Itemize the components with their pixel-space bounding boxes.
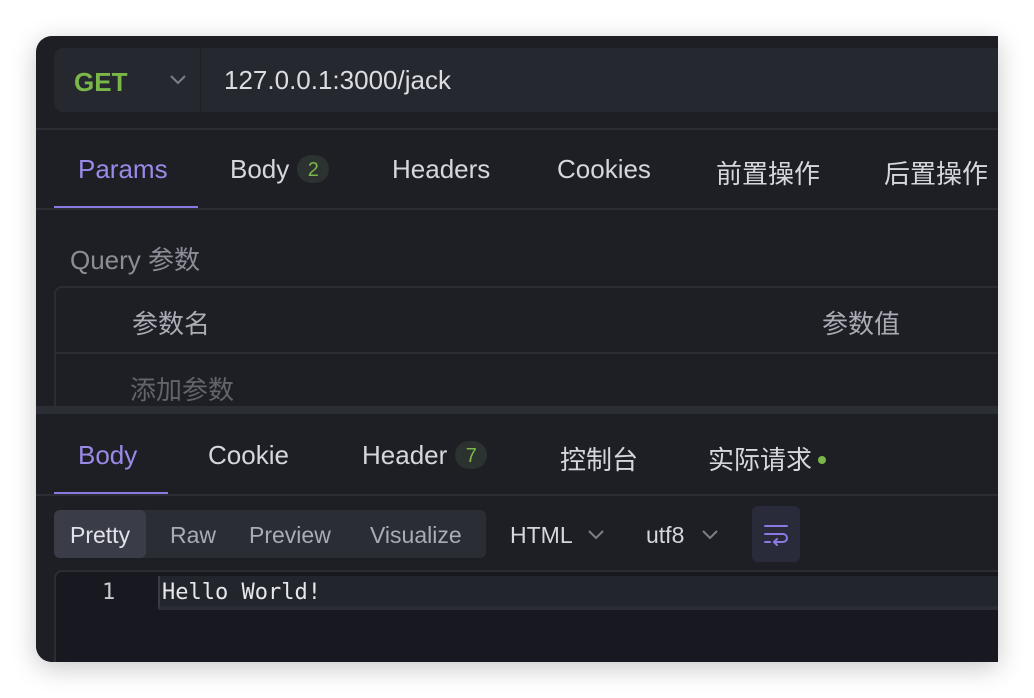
encoding-select[interactable]: utf8 (646, 510, 730, 558)
divider (36, 128, 998, 130)
tab-label: 控制台 (560, 445, 639, 475)
tab-cookies[interactable]: Cookies (557, 154, 651, 185)
request-url-bar: GET (54, 48, 998, 112)
line-number: 1 (102, 580, 116, 605)
view-mode-switch: Pretty Raw Preview Visualize (54, 510, 486, 558)
tab-post-request[interactable]: 后置操作 (884, 154, 988, 191)
view-mode-preview[interactable]: Preview (249, 510, 331, 558)
chevron-down-icon (702, 530, 718, 540)
tab-label: Headers (392, 154, 491, 184)
encoding-label: utf8 (646, 522, 685, 548)
tab-label: 前置操作 (716, 159, 821, 189)
tab-label: Body (230, 154, 290, 184)
divider (36, 208, 998, 210)
tab-label: Params (78, 154, 168, 184)
body-count-badge: 2 (297, 155, 330, 184)
divider (36, 494, 998, 496)
divider (200, 48, 201, 112)
api-client-window: GET Params Body2 Headers Cookies 前置操作 后置… (36, 36, 998, 662)
tab-response-body[interactable]: Body (78, 440, 137, 471)
method-select[interactable]: GET (74, 48, 127, 112)
params-table: 参数名 参数值 添加参数 (54, 286, 998, 420)
view-mode-raw[interactable]: Raw (170, 510, 216, 558)
column-header-name: 参数名 (132, 309, 211, 339)
params-table-header: 参数名 参数值 (56, 288, 998, 354)
tab-console[interactable]: 控制台 (560, 440, 638, 477)
tab-label: Header (362, 440, 448, 470)
panel-splitter[interactable] (36, 406, 998, 414)
column-header-value: 参数值 (822, 309, 901, 339)
chevron-down-icon[interactable] (168, 70, 188, 90)
tab-label: 后置操作 (884, 159, 989, 189)
format-select[interactable]: HTML (510, 510, 614, 558)
view-mode-visualize[interactable]: Visualize (370, 510, 462, 558)
tab-label: 实际请求 (708, 445, 813, 475)
green-dot-icon (818, 456, 827, 465)
tab-params[interactable]: Params (78, 154, 168, 185)
tab-label: Body (78, 440, 138, 470)
header-count-badge: 7 (455, 441, 488, 470)
view-mode-pretty[interactable]: Pretty (54, 510, 147, 558)
wrap-lines-icon (764, 525, 788, 546)
url-input[interactable] (224, 48, 924, 112)
tab-body[interactable]: Body 2 (230, 154, 330, 185)
code-text: Hello World! (162, 580, 321, 605)
format-label: HTML (510, 522, 573, 548)
tab-label: Cookies (557, 154, 651, 184)
response-body-viewer[interactable]: 1 Hello World! (54, 570, 998, 662)
tab-headers[interactable]: Headers (392, 154, 490, 185)
tab-label: Cookie (208, 440, 289, 470)
add-param-input[interactable]: 添加参数 (130, 370, 234, 407)
chevron-down-icon (588, 530, 604, 540)
tab-response-header[interactable]: Header 7 (362, 440, 488, 471)
query-params-title: Query 参数 (70, 245, 201, 275)
tab-response-cookie[interactable]: Cookie (208, 440, 289, 471)
wrap-lines-button[interactable] (752, 506, 800, 562)
tab-pre-request[interactable]: 前置操作 (716, 154, 820, 191)
response-panel: Body Cookie Header 7 控制台 实际请求 Pretty Raw … (36, 414, 998, 662)
code-line: Hello World! (158, 576, 998, 610)
tab-actual-request[interactable]: 实际请求 (708, 440, 827, 477)
